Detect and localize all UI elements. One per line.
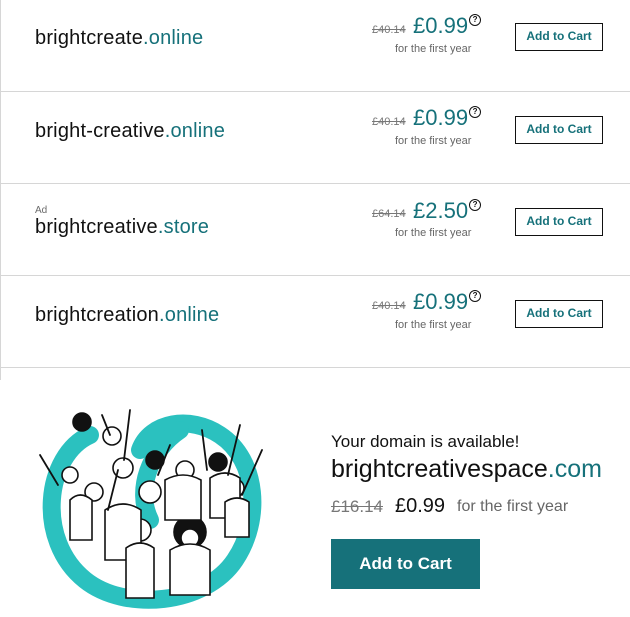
original-price: £64.14 [372, 208, 406, 220]
original-price: £40.14 [372, 300, 406, 312]
availability-headline: Your domain is available! [331, 432, 520, 451]
domain-results-list: brightcreate.online £40.14 £0.99? for th… [0, 0, 630, 380]
sale-price-value: £0.99 [413, 13, 469, 38]
sale-price-value: £0.99 [413, 105, 469, 130]
help-icon[interactable]: ? [469, 290, 482, 302]
sale-price-value: £0.99 [413, 289, 469, 314]
price-term: for the first year [395, 319, 472, 331]
add-to-cart-button[interactable]: Add to Cart [515, 23, 603, 51]
sale-price-value: £2.50 [413, 198, 469, 223]
domain-sld: bright-creative [35, 120, 165, 142]
featured-domain-sld: brightcreativespace [331, 455, 548, 483]
featured-price-term: for the first year [457, 498, 569, 515]
add-to-cart-button[interactable]: Add to Cart [515, 208, 603, 236]
domain-result-row: brightcreation.online £40.14 £0.99? for … [1, 276, 630, 368]
featured-add-to-cart-button[interactable]: Add to Cart [331, 539, 480, 589]
price-term: for the first year [395, 135, 472, 147]
domain-tld: .online [143, 27, 204, 49]
help-icon[interactable]: ? [469, 106, 482, 118]
sale-price: £0.99? [413, 289, 482, 315]
featured-domain-tld: .com [547, 455, 602, 483]
help-icon[interactable]: ? [469, 199, 482, 211]
sale-price: £0.99? [413, 105, 482, 131]
domain-name: brightcreate.online [35, 27, 203, 50]
domain-name: brightcreation.online [35, 304, 219, 327]
domain-sld: brightcreative [35, 216, 158, 238]
price-term: for the first year [395, 227, 472, 239]
domain-name: brightcreative.store [35, 216, 209, 239]
domain-tld: .online [158, 304, 220, 326]
original-price: £40.14 [372, 116, 406, 128]
domain-result-row: brightcreate.online £40.14 £0.99? for th… [1, 0, 630, 92]
domain-name: bright-creative.online [35, 120, 225, 143]
sale-price: £0.99? [413, 13, 482, 39]
domain-sld: brightcreation [35, 304, 159, 326]
domain-result-row: bright-creative.online £40.14 £0.99? for… [1, 92, 630, 184]
sale-price: £2.50? [413, 198, 482, 224]
domain-tld: .store [157, 216, 210, 238]
ad-label: Ad [35, 205, 48, 216]
domain-tld: .online [164, 120, 226, 142]
add-to-cart-button[interactable]: Add to Cart [515, 300, 603, 328]
featured-domain-name: brightcreativespace.com [331, 455, 602, 484]
domain-result-row-partial [1, 368, 630, 380]
domain-sld: brightcreate [35, 27, 144, 49]
price-term: for the first year [395, 43, 472, 55]
featured-sale-price: £0.99 [395, 495, 446, 517]
crowd-illustration [39, 409, 263, 609]
add-to-cart-button[interactable]: Add to Cart [515, 116, 603, 144]
featured-original-price: £16.14 [331, 497, 383, 516]
help-icon[interactable]: ? [469, 14, 482, 26]
original-price: £40.14 [372, 24, 406, 36]
domain-result-row: Ad brightcreative.store £64.14 £2.50? fo… [1, 184, 630, 276]
